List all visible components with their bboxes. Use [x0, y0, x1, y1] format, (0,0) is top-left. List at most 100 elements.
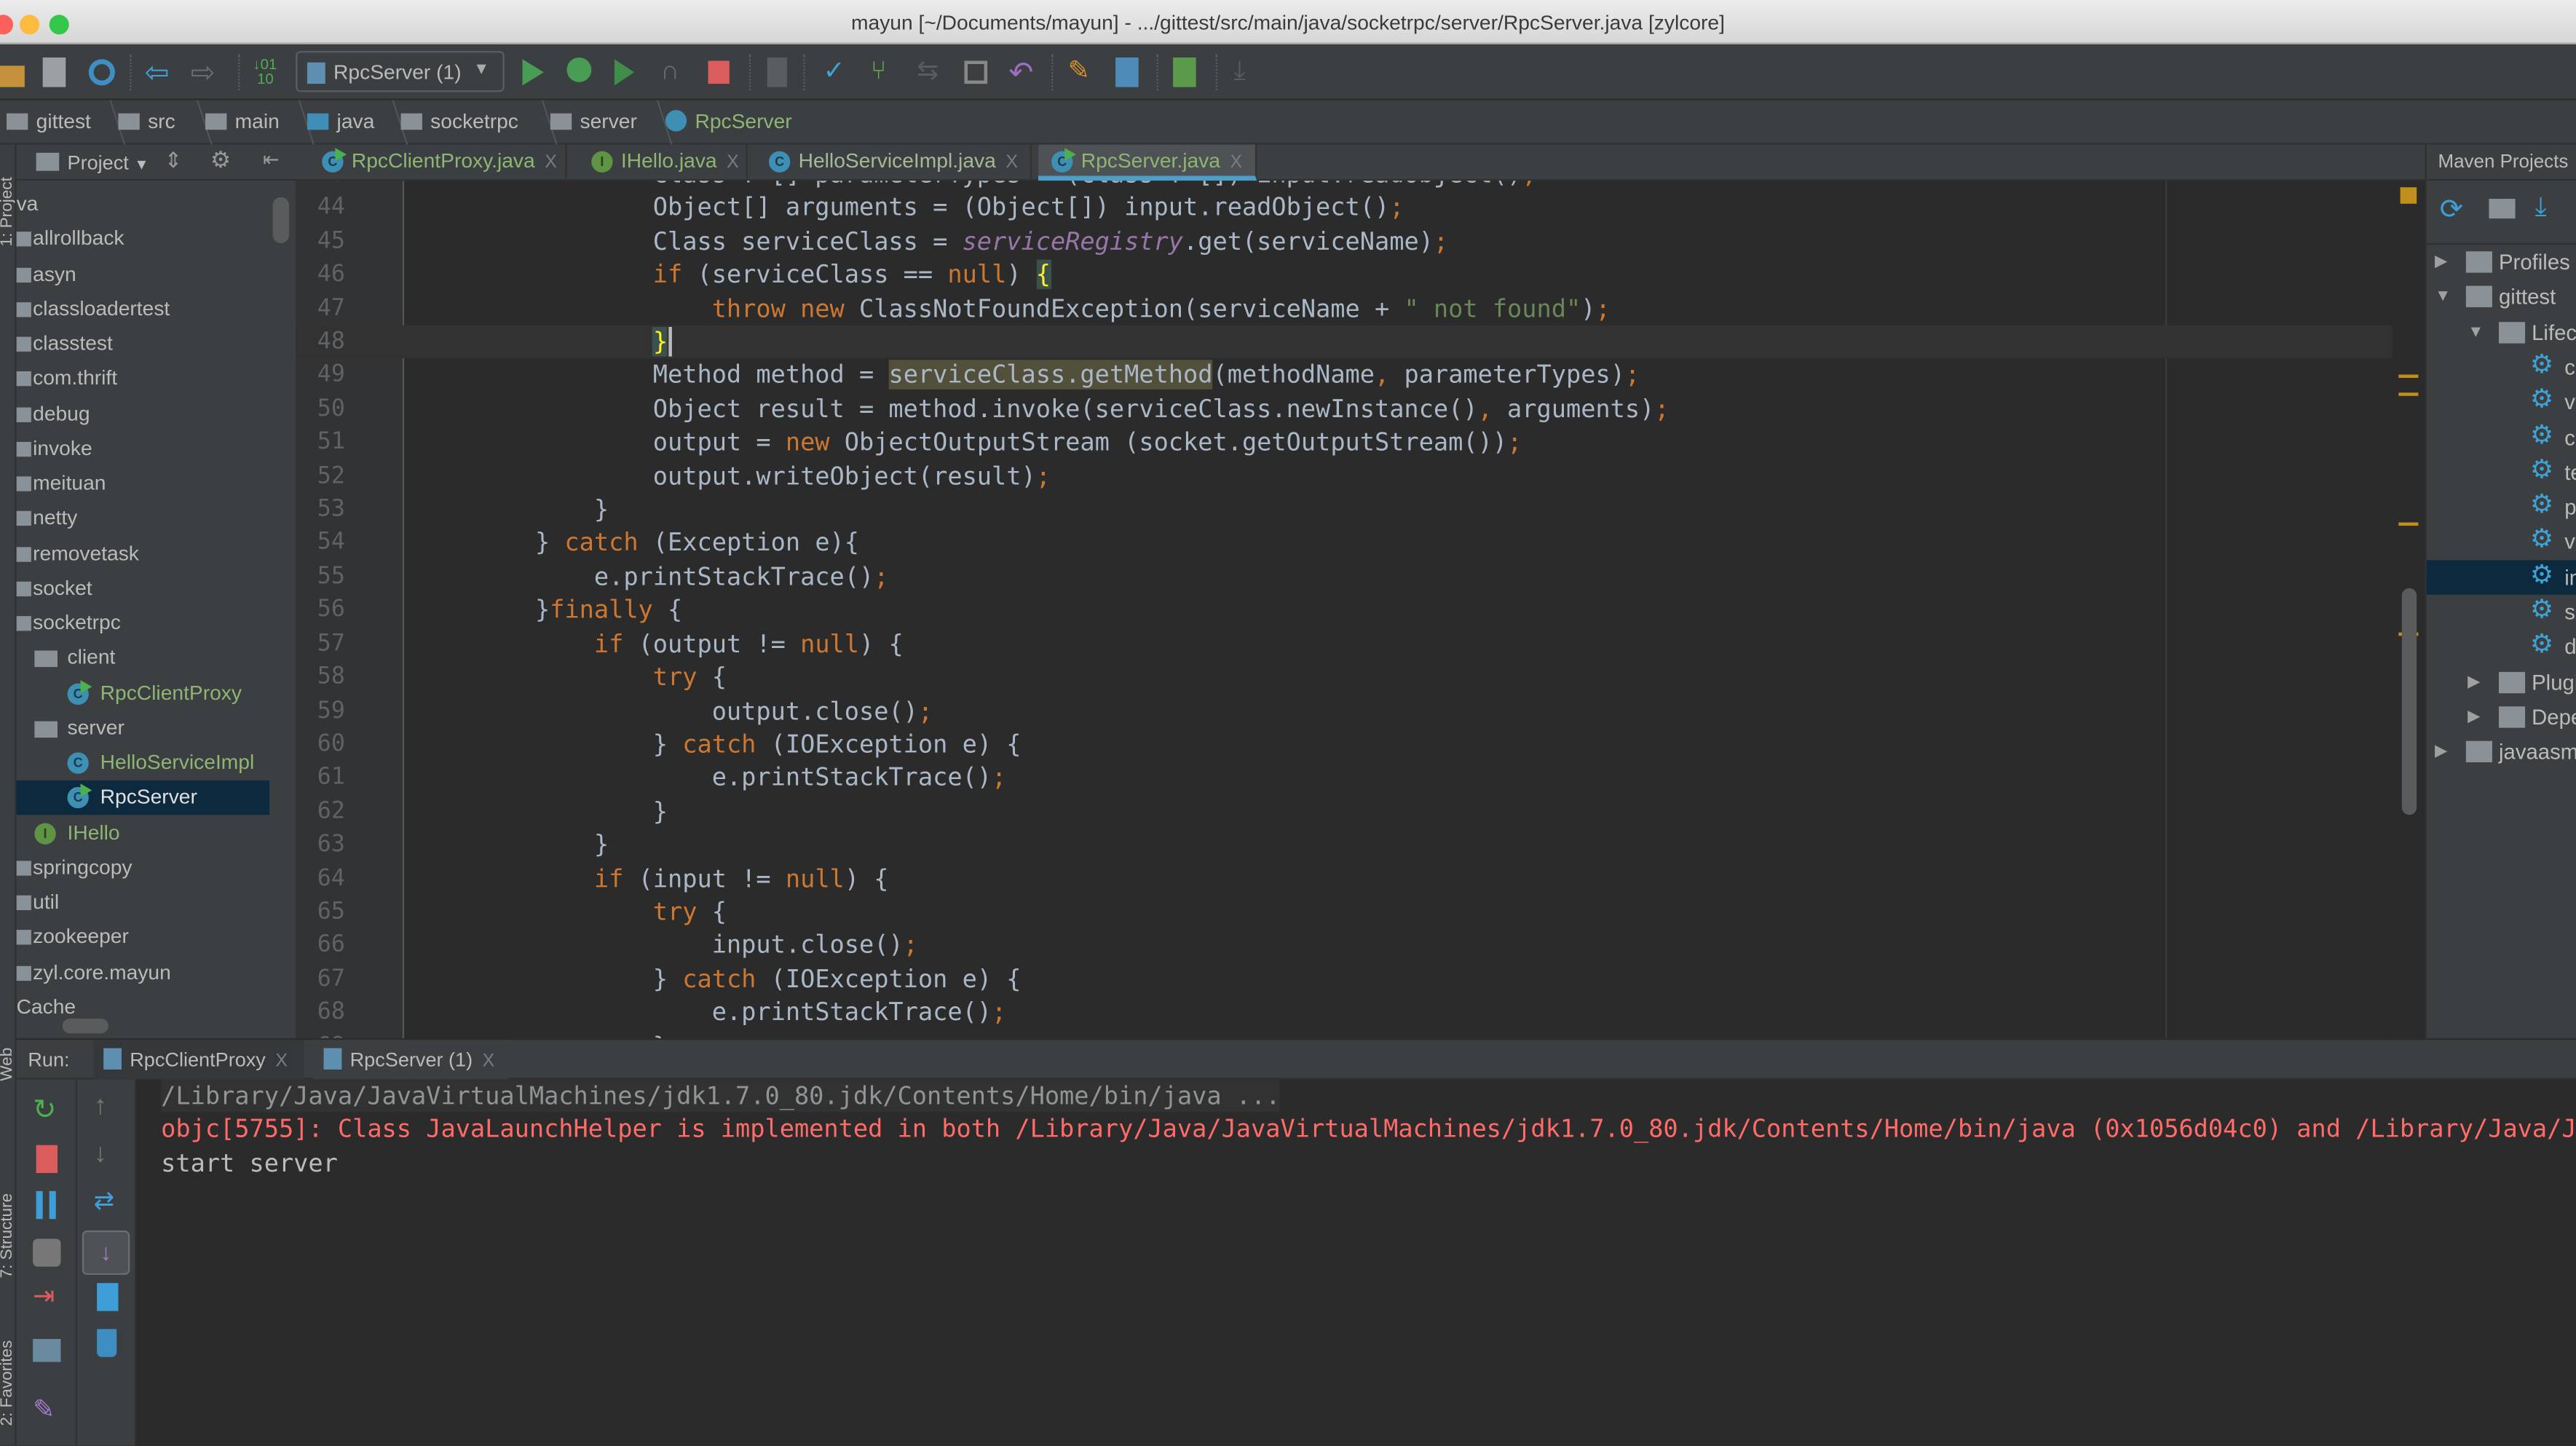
- vcs-compare-icon[interactable]: ⇆: [917, 58, 947, 87]
- tree-item-com-thrift[interactable]: com.thrift: [16, 362, 269, 396]
- tree-item-rpcclientproxy[interactable]: C RpcClientProxy: [17, 676, 269, 711]
- maven-item-test[interactable]: ⚙ test: [2427, 455, 2576, 489]
- maven-item-dependencies[interactable]: ▶ Dependencies: [2427, 700, 2576, 734]
- tab-structure[interactable]: 7: Structure: [0, 1193, 17, 1279]
- tab-helloserviceimpl-java[interactable]: C HelloServiceImpl.java X: [756, 144, 1032, 181]
- tree-item-socketrpc[interactable]: socketrpc: [16, 607, 269, 641]
- sync-icon[interactable]: [88, 59, 115, 86]
- close-tab-icon[interactable]: X: [483, 1051, 495, 1071]
- tree-item-server[interactable]: server: [17, 711, 269, 745]
- dump-threads-icon[interactable]: [33, 1238, 61, 1267]
- collapsed-arrow-icon[interactable]: ▶: [2435, 743, 2447, 761]
- tree-item-rpcserver[interactable]: C RpcServer: [16, 781, 270, 815]
- tree-item-zookeeper[interactable]: zookeeper: [16, 920, 269, 955]
- vcs-update-icon[interactable]: ✓: [823, 58, 853, 87]
- coverage-icon[interactable]: [614, 59, 634, 86]
- close-tab-icon[interactable]: X: [545, 153, 557, 173]
- maven-item-compile[interactable]: ⚙ compile: [2427, 420, 2576, 454]
- collapsed-arrow-icon[interactable]: ▶: [2435, 253, 2447, 271]
- build-icon[interactable]: ↓01 10: [253, 57, 283, 87]
- expanded-arrow-icon[interactable]: ▼: [2435, 288, 2451, 307]
- debug-icon[interactable]: [566, 57, 592, 82]
- scroll-to-end-toggle[interactable]: ↓: [82, 1230, 130, 1275]
- code-editor[interactable]: 43 Class<?>[] parameterTypes = (Class<?>…: [296, 181, 2425, 1039]
- project-structure-icon[interactable]: [1115, 57, 1139, 87]
- maven-item-site[interactable]: ⚙ site: [2427, 595, 2576, 629]
- maven-item-clean[interactable]: ⚙ clean: [2427, 349, 2576, 384]
- tab-project[interactable]: 1: Project: [0, 177, 17, 246]
- download-sources-icon[interactable]: ⤓: [2535, 194, 2547, 224]
- project-view-dropdown[interactable]: Project ▼: [68, 151, 149, 175]
- warning-marker[interactable]: [2398, 522, 2419, 526]
- tab-rpcclientproxy-java[interactable]: C RpcClientProxy.java X: [309, 144, 567, 181]
- maven-item-plugins[interactable]: ▶ Plugins: [2427, 665, 2576, 699]
- tree-item-client[interactable]: client: [17, 641, 269, 676]
- revert-icon[interactable]: ↶: [1008, 58, 1038, 87]
- tree-item-netty[interactable]: netty: [16, 502, 269, 536]
- exit-icon[interactable]: ⇥: [33, 1283, 60, 1311]
- tree-item-debug[interactable]: debug: [16, 397, 269, 431]
- stop-icon[interactable]: [708, 60, 730, 84]
- tree-item-ihello[interactable]: I IHello: [17, 815, 269, 850]
- tab-favorites[interactable]: 2: Favorites: [0, 1340, 17, 1426]
- run-tab-rpcclientproxy[interactable]: RpcClientProxy X: [93, 1040, 304, 1080]
- tree-item-va[interactable]: va: [17, 187, 269, 221]
- maven-item-deploy[interactable]: ⚙ deploy: [2427, 630, 2576, 664]
- run-icon[interactable]: [522, 59, 544, 86]
- forward-arrow-icon[interactable]: ⇨: [191, 58, 221, 87]
- down-arrow-icon[interactable]: ↓: [94, 1140, 122, 1168]
- tree-item-meituan[interactable]: meituan: [16, 467, 269, 501]
- tree-item-util[interactable]: util: [16, 885, 269, 920]
- breadcrumb-item[interactable]: src: [118, 110, 175, 133]
- reimport-icon[interactable]: ⟳: [2440, 194, 2463, 226]
- warning-marker[interactable]: [2398, 374, 2419, 378]
- tab-web[interactable]: Web: [0, 1048, 17, 1081]
- pause-icon[interactable]: [36, 1190, 56, 1220]
- maven-item-lifecycle[interactable]: ▼ Lifecycle: [2427, 315, 2576, 349]
- layout-icon[interactable]: [33, 1338, 61, 1362]
- close-tab-icon[interactable]: X: [275, 1051, 288, 1071]
- project-tree-scrollbar[interactable]: [272, 197, 290, 243]
- tree-item-classtest[interactable]: classtest: [16, 327, 269, 361]
- vcs-commit-icon[interactable]: ⑂: [871, 58, 901, 87]
- maven-item-validate[interactable]: ⚙ validate: [2427, 384, 2576, 419]
- close-tab-icon[interactable]: X: [1005, 153, 1018, 173]
- expanded-arrow-icon[interactable]: ▼: [2468, 323, 2484, 341]
- tab-rpcserver-java[interactable]: C RpcServer.java X: [1038, 144, 1257, 181]
- tree-item-asyn[interactable]: asyn: [16, 257, 269, 291]
- close-tab-icon[interactable]: X: [727, 153, 739, 173]
- collapsed-arrow-icon[interactable]: ▶: [2468, 673, 2480, 691]
- hide-panel-icon[interactable]: ⇤: [263, 148, 280, 171]
- run-configuration-dropdown[interactable]: RpcServer (1) ▼: [296, 50, 505, 92]
- tree-item-invoke[interactable]: invoke: [16, 432, 269, 466]
- tree-item-classloadertest[interactable]: classloadertest: [16, 292, 269, 326]
- run-tab-rpcserver-1-[interactable]: RpcServer (1) X: [313, 1040, 508, 1080]
- maven-item-javaasm[interactable]: ▶ javaasm: [2427, 735, 2576, 769]
- gear-icon[interactable]: ⚙: [210, 146, 231, 174]
- close-tab-icon[interactable]: X: [1230, 153, 1243, 173]
- pin-icon[interactable]: ✎: [33, 1396, 60, 1424]
- maven-item-profiles[interactable]: ▶ Profiles: [2427, 245, 2576, 279]
- soft-wrap-icon[interactable]: ⇄: [94, 1188, 122, 1215]
- maven-item-install[interactable]: ⚙ install: [2426, 559, 2576, 595]
- up-arrow-icon[interactable]: ↑: [94, 1093, 122, 1121]
- settings-wrench-icon[interactable]: ✎: [1068, 58, 1098, 87]
- tree-item-helloserviceimpl[interactable]: C HelloServiceImpl: [17, 746, 269, 780]
- warning-marker[interactable]: [2398, 392, 2419, 396]
- tree-item-socket[interactable]: socket: [16, 572, 269, 606]
- tree-item-zyl-core-mayun[interactable]: zyl.core.mayun: [16, 955, 269, 989]
- editor-scrollbar[interactable]: [2401, 588, 2417, 815]
- tree-item-removetask[interactable]: removetask: [16, 537, 269, 571]
- breadcrumb-item[interactable]: java: [307, 110, 374, 133]
- rerun-icon[interactable]: ↻: [33, 1096, 60, 1123]
- device-icon[interactable]: [767, 57, 787, 87]
- back-arrow-icon[interactable]: ⇦: [145, 58, 175, 87]
- maven-item-gittest[interactable]: ▼ gittest: [2427, 280, 2576, 314]
- profile-icon[interactable]: ∩: [660, 58, 690, 87]
- save-icon[interactable]: [42, 57, 66, 87]
- collapse-all-icon[interactable]: ⇕: [165, 148, 183, 174]
- tree-item-cache[interactable]: Cache: [17, 990, 269, 1024]
- breadcrumb-item[interactable]: socketrpc: [400, 110, 518, 133]
- sdk-icon[interactable]: [1173, 57, 1196, 87]
- tree-item-springcopy[interactable]: springcopy: [16, 850, 269, 885]
